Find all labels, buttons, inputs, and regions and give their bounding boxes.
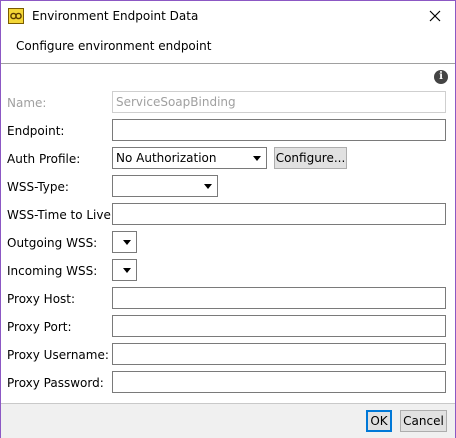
cancel-button[interactable]: Cancel: [400, 410, 447, 432]
configure-button[interactable]: Configure...: [274, 147, 347, 169]
wss-type-dropdown[interactable]: [112, 175, 218, 197]
proxy-password-label: Proxy Password:: [7, 376, 104, 390]
dialog-header: Configure environment endpoint: [1, 31, 455, 63]
proxy-host-label: Proxy Host:: [7, 292, 76, 306]
window-title: Environment Endpoint Data: [32, 9, 199, 23]
name-field: ServiceSoapBinding: [112, 91, 446, 113]
chevron-down-icon: [123, 268, 131, 273]
ok-button[interactable]: OK: [366, 410, 392, 432]
chevron-down-icon: [253, 156, 261, 161]
proxy-username-field[interactable]: [112, 343, 446, 365]
button-bar: OK Cancel: [1, 403, 455, 438]
auth-profile-dropdown[interactable]: No Authorization: [112, 147, 267, 169]
close-button[interactable]: [415, 1, 455, 31]
wss-ttl-field[interactable]: [112, 203, 446, 225]
wss-type-label: WSS-Type:: [7, 180, 69, 194]
chevron-down-icon: [123, 240, 131, 245]
title-bar: Environment Endpoint Data: [1, 1, 455, 31]
proxy-port-label: Proxy Port:: [7, 320, 72, 334]
incoming-wss-dropdown[interactable]: [112, 259, 137, 281]
outgoing-wss-dropdown[interactable]: [112, 231, 137, 253]
auth-profile-label: Auth Profile:: [7, 152, 81, 166]
dialog-window: Environment Endpoint Data Configure envi…: [0, 0, 456, 438]
info-icon[interactable]: i: [434, 70, 448, 84]
proxy-host-field[interactable]: [112, 287, 446, 309]
proxy-password-field[interactable]: [112, 371, 446, 393]
endpoint-field[interactable]: [112, 119, 446, 141]
close-icon: [429, 10, 441, 22]
header-text: Configure environment endpoint: [16, 39, 212, 53]
wss-ttl-label: WSS-Time to Live:: [7, 208, 115, 222]
form-area: i Name: ServiceSoapBinding Endpoint: Aut…: [1, 64, 455, 403]
proxy-username-label: Proxy Username:: [7, 348, 109, 362]
app-icon: [8, 8, 24, 24]
chevron-down-icon: [204, 184, 212, 189]
auth-profile-value: No Authorization: [116, 151, 217, 165]
proxy-port-field[interactable]: [112, 315, 446, 337]
outgoing-wss-label: Outgoing WSS:: [7, 236, 98, 250]
name-label: Name:: [7, 96, 47, 110]
endpoint-label: Endpoint:: [7, 124, 65, 138]
incoming-wss-label: Incoming WSS:: [7, 264, 98, 278]
